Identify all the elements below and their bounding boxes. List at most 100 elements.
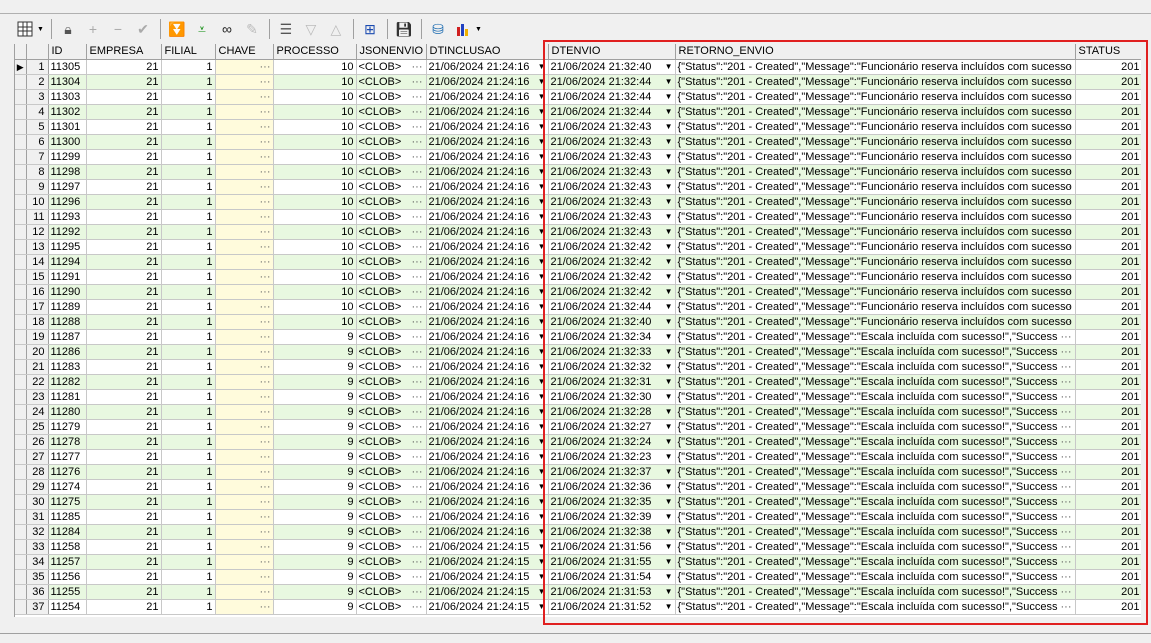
chevron-down-icon[interactable]: ▼ xyxy=(475,26,482,33)
cell-dtenvio[interactable]: 21/06/2024 21:32:32 ▼ xyxy=(548,359,676,375)
cell-jsonenvio[interactable]: <CLOB> ··· xyxy=(356,434,427,450)
cell-id[interactable]: 11300 xyxy=(48,134,87,150)
cell-jsonenvio[interactable]: <CLOB> ··· xyxy=(356,149,427,165)
cell-empresa[interactable]: 21 xyxy=(86,374,162,390)
cell-dtinclusao[interactable]: 21/06/2024 21:24:16 ▼ xyxy=(426,164,549,180)
cell-filial[interactable]: 1 xyxy=(161,179,216,195)
cell-processo[interactable]: 10 xyxy=(273,104,357,120)
dropdown-arrow-icon[interactable]: ▼ xyxy=(665,180,673,194)
cell-dtinclusao[interactable]: 21/06/2024 21:24:16 ▼ xyxy=(426,89,549,105)
triangle-up-icon[interactable]: △ xyxy=(325,18,347,40)
cell-chave[interactable]: ··· xyxy=(215,524,274,540)
ellipsis-icon[interactable]: ··· xyxy=(260,256,271,268)
cell-retorno-envio[interactable]: {"Status":"201 - Created","Message":"Esc… xyxy=(675,464,1076,480)
cell-empresa[interactable]: 21 xyxy=(86,479,162,495)
table-row[interactable]: 36 11255 21 1 ··· 9 <CLOB> ··· 21/06/2024… xyxy=(15,584,1141,600)
cell-retorno-envio[interactable]: {"Status":"201 - Created","Message":"Fun… xyxy=(675,104,1076,120)
dropdown-arrow-icon[interactable]: ▼ xyxy=(538,360,546,374)
cell-chave[interactable]: ··· xyxy=(215,509,274,525)
cell-dtinclusao[interactable]: 21/06/2024 21:24:16 ▼ xyxy=(426,269,549,285)
cell-jsonenvio[interactable]: <CLOB> ··· xyxy=(356,359,427,375)
cell-processo[interactable]: 10 xyxy=(273,284,357,300)
cell-empresa[interactable]: 21 xyxy=(86,599,162,615)
cell-retorno-envio[interactable]: {"Status":"201 - Created","Message":"Esc… xyxy=(675,374,1076,390)
cell-status[interactable]: 201 xyxy=(1075,329,1141,345)
cell-id[interactable]: 11279 xyxy=(48,419,87,435)
cell-status[interactable]: 201 xyxy=(1075,134,1141,150)
dropdown-arrow-icon[interactable]: ▼ xyxy=(665,240,673,254)
cell-id[interactable]: 11257 xyxy=(48,554,87,570)
triangle-down-icon[interactable]: ▽ xyxy=(300,18,322,40)
cell-dtinclusao[interactable]: 21/06/2024 21:24:16 ▼ xyxy=(426,224,549,240)
minus-icon[interactable]: − xyxy=(107,18,129,40)
cell-processo[interactable]: 9 xyxy=(273,554,357,570)
ellipsis-icon[interactable]: ··· xyxy=(412,255,423,269)
cell-jsonenvio[interactable]: <CLOB> ··· xyxy=(356,599,427,615)
cell-chave[interactable]: ··· xyxy=(215,89,274,105)
cell-processo[interactable]: 10 xyxy=(273,164,357,180)
cell-filial[interactable]: 1 xyxy=(161,539,216,555)
plus-icon[interactable]: + xyxy=(82,18,104,40)
cell-retorno-envio[interactable]: {"Status":"201 - Created","Message":"Esc… xyxy=(675,524,1076,540)
col-header-retorno-envio[interactable]: RETORNO_ENVIO xyxy=(675,44,1076,60)
table-row[interactable]: 21 11283 21 1 ··· 9 <CLOB> ··· 21/06/2024… xyxy=(15,359,1141,375)
ellipsis-icon[interactable]: ··· xyxy=(1061,210,1072,224)
dropdown-arrow-icon[interactable]: ▼ xyxy=(538,555,546,569)
cell-jsonenvio[interactable]: <CLOB> ··· xyxy=(356,569,427,585)
ellipsis-icon[interactable]: ··· xyxy=(412,135,423,149)
cell-empresa[interactable]: 21 xyxy=(86,89,162,105)
cell-id[interactable]: 11299 xyxy=(48,149,87,165)
vertical-scrollbar[interactable] xyxy=(1141,44,1151,617)
cell-filial[interactable]: 1 xyxy=(161,149,216,165)
cell-dtinclusao[interactable]: 21/06/2024 21:24:16 ▼ xyxy=(426,359,549,375)
ellipsis-icon[interactable]: ··· xyxy=(412,585,423,599)
dropdown-arrow-icon[interactable]: ▼ xyxy=(538,525,546,539)
ellipsis-icon[interactable]: ··· xyxy=(260,571,271,583)
cell-status[interactable]: 201 xyxy=(1075,434,1141,450)
cell-jsonenvio[interactable]: <CLOB> ··· xyxy=(356,449,427,465)
dropdown-arrow-icon[interactable]: ▼ xyxy=(665,270,673,284)
cell-id[interactable]: 11298 xyxy=(48,164,87,180)
cell-jsonenvio[interactable]: <CLOB> ··· xyxy=(356,284,427,300)
dropdown-arrow-icon[interactable]: ▼ xyxy=(665,315,673,329)
ellipsis-icon[interactable]: ··· xyxy=(412,105,423,119)
cell-retorno-envio[interactable]: {"Status":"201 - Created","Message":"Fun… xyxy=(675,194,1076,210)
cell-dtenvio[interactable]: 21/06/2024 21:31:54 ▼ xyxy=(548,569,676,585)
cell-filial[interactable]: 1 xyxy=(161,584,216,600)
cell-dtinclusao[interactable]: 21/06/2024 21:24:16 ▼ xyxy=(426,479,549,495)
cell-id[interactable]: 11305 xyxy=(48,59,87,75)
cell-dtinclusao[interactable]: 21/06/2024 21:24:16 ▼ xyxy=(426,209,549,225)
cell-processo[interactable]: 9 xyxy=(273,419,357,435)
cell-id[interactable]: 11303 xyxy=(48,89,87,105)
cell-dtenvio[interactable]: 21/06/2024 21:32:38 ▼ xyxy=(548,524,676,540)
ellipsis-icon[interactable]: ··· xyxy=(260,136,271,148)
ellipsis-icon[interactable]: ··· xyxy=(412,315,423,329)
cell-filial[interactable]: 1 xyxy=(161,119,216,135)
table-row[interactable]: 34 11257 21 1 ··· 9 <CLOB> ··· 21/06/2024… xyxy=(15,554,1141,570)
cell-jsonenvio[interactable]: <CLOB> ··· xyxy=(356,389,427,405)
cell-dtinclusao[interactable]: 21/06/2024 21:24:16 ▼ xyxy=(426,449,549,465)
table-row[interactable]: 9 11297 21 1 ··· 10 <CLOB> ··· 21/06/2024… xyxy=(15,179,1141,195)
cell-retorno-envio[interactable]: {"Status":"201 - Created","Message":"Esc… xyxy=(675,479,1076,495)
cell-retorno-envio[interactable]: {"Status":"201 - Created","Message":"Esc… xyxy=(675,449,1076,465)
ellipsis-icon[interactable]: ··· xyxy=(260,406,271,418)
ellipsis-icon[interactable]: ··· xyxy=(412,510,423,524)
table-row[interactable]: 25 11279 21 1 ··· 9 <CLOB> ··· 21/06/2024… xyxy=(15,419,1141,435)
cell-processo[interactable]: 10 xyxy=(273,74,357,90)
table-row[interactable]: 12 11292 21 1 ··· 10 <CLOB> ··· 21/06/202… xyxy=(15,224,1141,240)
cell-status[interactable]: 201 xyxy=(1075,224,1141,240)
cell-jsonenvio[interactable]: <CLOB> ··· xyxy=(356,329,427,345)
cell-filial[interactable]: 1 xyxy=(161,554,216,570)
col-header-dtenvio[interactable]: DTENVIO xyxy=(548,44,676,60)
ellipsis-icon[interactable]: ··· xyxy=(1061,600,1072,614)
ellipsis-icon[interactable]: ··· xyxy=(260,316,271,328)
dropdown-arrow-icon[interactable]: ▼ xyxy=(665,600,673,614)
ellipsis-icon[interactable]: ··· xyxy=(412,285,423,299)
cell-status[interactable]: 201 xyxy=(1075,374,1141,390)
cell-processo[interactable]: 9 xyxy=(273,539,357,555)
cell-jsonenvio[interactable]: <CLOB> ··· xyxy=(356,59,427,75)
dropdown-arrow-icon[interactable]: ▼ xyxy=(665,390,673,404)
dropdown-arrow-icon[interactable]: ▼ xyxy=(665,345,673,359)
dropdown-arrow-icon[interactable]: ▼ xyxy=(538,480,546,494)
ellipsis-icon[interactable]: ··· xyxy=(412,525,423,539)
